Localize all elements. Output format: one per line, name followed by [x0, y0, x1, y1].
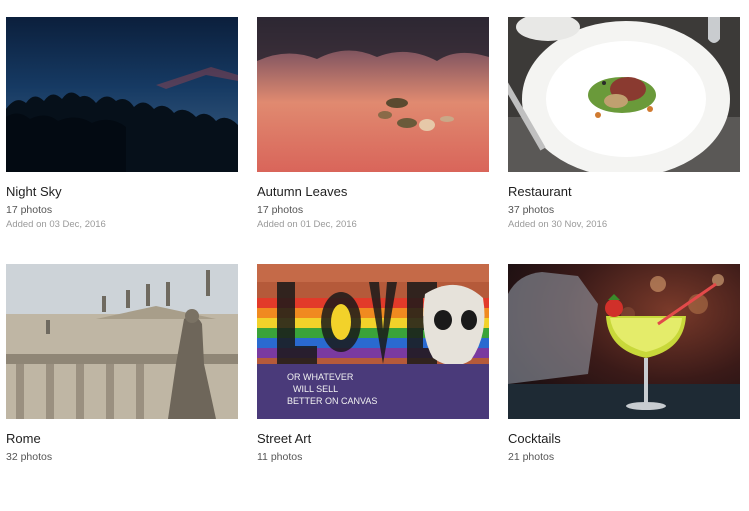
album-card-rome[interactable]: Rome 32 photos [6, 264, 238, 511]
photo-count: 17 photos [6, 204, 53, 216]
graffiti-text-3: BETTER ON CANVAS [287, 396, 377, 406]
album-title[interactable]: Night Sky [6, 184, 238, 200]
graffiti-text-2: WILL SELL [293, 384, 338, 394]
photo-count: 21 photos [508, 451, 555, 463]
album-title[interactable]: Street Art [257, 431, 489, 447]
added-date: Added on 30 Nov, 2016 [508, 219, 608, 230]
album-card-cocktails[interactable]: Cocktails 21 photos [508, 264, 740, 511]
restaurant-photo[interactable] [508, 17, 740, 172]
cocktails-photo[interactable] [508, 264, 740, 419]
photo-count: 17 photos [257, 204, 304, 216]
graffiti-text-1: OR WHATEVER [287, 372, 354, 382]
rome-photo[interactable] [6, 264, 238, 419]
night-sky-photo[interactable] [6, 17, 238, 172]
added-date: Added on 01 Dec, 2016 [257, 219, 357, 230]
album-title[interactable]: Restaurant [508, 184, 740, 200]
album-title[interactable]: Rome [6, 431, 238, 447]
photo-count: 37 photos [508, 204, 555, 216]
album-card-autumn-leaves[interactable]: Autumn Leaves 17 photos Added on 01 Dec,… [257, 17, 489, 264]
street-art-photo[interactable]: OR WHATEVER WILL SELL BETTER ON CANVAS [257, 264, 489, 419]
photo-count: 11 photos [257, 451, 303, 463]
autumn-leaves-photo[interactable] [257, 17, 489, 172]
album-card-street-art[interactable]: OR WHATEVER WILL SELL BETTER ON CANVAS S… [257, 264, 489, 511]
photo-count: 32 photos [6, 451, 53, 463]
album-title[interactable]: Autumn Leaves [257, 184, 489, 200]
added-date: Added on 03 Dec, 2016 [6, 219, 106, 230]
album-card-night-sky[interactable]: Night Sky 17 photos Added on 03 Dec, 201… [6, 17, 238, 264]
album-title[interactable]: Cocktails [508, 431, 740, 447]
album-grid: Night Sky 17 photos Added on 03 Dec, 201… [6, 17, 740, 511]
album-card-restaurant[interactable]: Restaurant 37 photos Added on 30 Nov, 20… [508, 17, 740, 264]
